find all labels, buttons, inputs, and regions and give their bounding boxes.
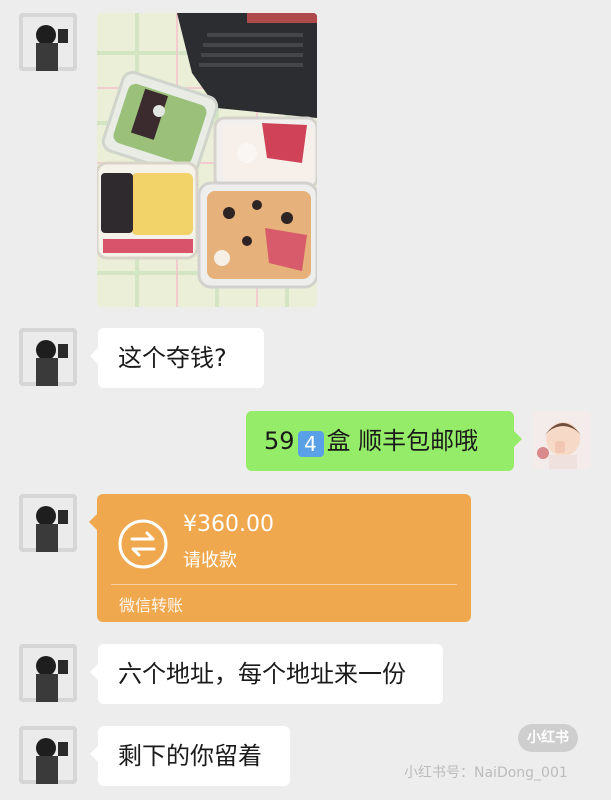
transfer-arrows-icon	[117, 518, 169, 570]
keycap-4-emoji-icon: 4	[297, 431, 324, 457]
transfer-footer-label: 微信转账	[119, 596, 184, 615]
transfer-divider	[111, 584, 457, 585]
message-text: 六个地址，每个地址来一份	[118, 660, 406, 688]
transfer-status: 请收款	[183, 550, 237, 571]
contact-avatar[interactable]	[19, 726, 77, 784]
incoming-text-bubble[interactable]: 这个夺钱?	[90, 328, 264, 388]
contact-avatar[interactable]	[19, 13, 77, 71]
contact-avatar[interactable]	[19, 328, 77, 386]
outgoing-text-bubble[interactable]: 59 4 盒 顺丰包邮哦	[246, 411, 522, 471]
xiaohongshu-logo: 小红书	[518, 724, 578, 752]
self-avatar[interactable]	[533, 411, 591, 469]
contact-avatar[interactable]	[19, 494, 77, 552]
message-text-number: 59	[264, 427, 295, 455]
transfer-amount: ¥360.00	[183, 512, 274, 537]
wechat-transfer-card[interactable]: ¥360.00 请收款 微信转账	[89, 494, 471, 622]
incoming-text-bubble[interactable]: 六个地址，每个地址来一份	[90, 644, 443, 704]
incoming-text-bubble[interactable]: 剩下的你留着	[90, 726, 290, 786]
contact-avatar[interactable]	[19, 644, 77, 702]
food-photo-message[interactable]	[97, 13, 317, 307]
message-text: 剩下的你留着	[118, 742, 262, 770]
message-text: 这个夺钱?	[118, 344, 227, 372]
watermark-user-id: 小红书号：NaiDong_001	[404, 765, 568, 781]
message-text-rest: 盒 顺丰包邮哦	[326, 427, 479, 455]
